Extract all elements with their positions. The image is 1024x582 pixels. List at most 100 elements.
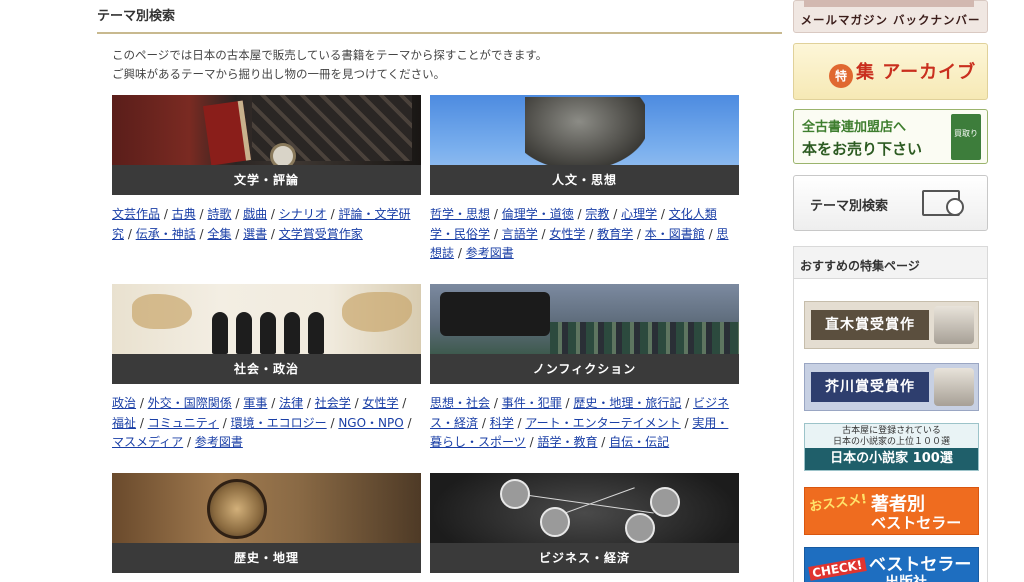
theme-label[interactable]: 社会・政治 <box>112 354 421 384</box>
author-bestseller-banner[interactable]: おススメ! 著者別 ベストセラー <box>804 487 979 535</box>
theme-link[interactable]: マスメディア <box>112 435 183 449</box>
link-separator: / <box>680 415 693 430</box>
recommended-features: おすすめの特集ページ 直木賞受賞作 芥川賞受賞作 古本屋に登録されている 日本の… <box>793 246 988 582</box>
network-node-icon <box>540 507 570 537</box>
link-separator: / <box>561 396 574 410</box>
page-title: テーマ別検索 <box>97 0 782 34</box>
theme-link[interactable]: 伝承・神話 <box>136 227 196 241</box>
crowd-image <box>550 322 739 354</box>
toku-badge: 特 <box>829 64 853 88</box>
theme-link[interactable]: 政治 <box>112 396 136 410</box>
novelists-caption: 古本屋に登録されている 日本の小説家の上位１００選 <box>832 426 950 447</box>
theme-search-button[interactable]: テーマ別検索 <box>793 175 988 231</box>
person-silhouette <box>260 312 276 354</box>
link-separator: / <box>326 415 339 430</box>
world-map-image <box>132 294 192 329</box>
link-separator: / <box>585 226 598 241</box>
link-separator: / <box>124 226 136 241</box>
link-separator: / <box>398 396 407 410</box>
publisher-label-2: 出版社 <box>885 572 927 582</box>
theme-business-image[interactable]: ビジネス・経済 <box>430 473 739 573</box>
theme-link[interactable]: コミュニティ <box>148 416 219 430</box>
theme-link[interactable]: シナリオ <box>279 207 327 221</box>
theme-link[interactable]: 言語学 <box>502 227 538 241</box>
compass-image <box>207 479 267 539</box>
mailmag-label: メールマガジン バックナンバー <box>800 13 981 27</box>
theme-link[interactable]: 思想・社会 <box>430 396 490 410</box>
theme-link[interactable]: 自伝・伝記 <box>609 435 669 449</box>
theme-link[interactable]: 参考図書 <box>195 435 243 449</box>
theme-link[interactable]: 軍事 <box>243 396 267 410</box>
theme-links: 政治 / 外交・国際関係 / 軍事 / 法律 / 社会学 / 女性学 / 福祉 … <box>112 394 422 453</box>
archive-label: 集 アーカイブ <box>856 62 977 83</box>
theme-link[interactable]: 倫理学・道徳 <box>502 207 574 221</box>
naoki-prize-banner[interactable]: 直木賞受賞作 <box>804 301 979 349</box>
theme-literature: 文学・評論 文芸作品 / 古典 / 詩歌 / 戯曲 / シナリオ / 評論・文学… <box>112 95 421 244</box>
theme-link[interactable]: 古典 <box>172 207 196 221</box>
link-separator: / <box>350 396 363 410</box>
theme-link[interactable]: 事件・犯罪 <box>502 396 562 410</box>
link-separator: / <box>525 435 538 449</box>
theme-link[interactable]: 語学・教育 <box>537 435 597 449</box>
top-100-novelists-banner[interactable]: 古本屋に登録されている 日本の小説家の上位１００選 日本の小説家 100選 <box>804 423 979 471</box>
theme-nonfiction-image[interactable]: ノンフィクション <box>430 284 739 384</box>
sell-books-button[interactable]: 全古書連加盟店へ 本をお売り下さい 買取り <box>793 109 988 164</box>
theme-link[interactable]: アート・エンターテイメント <box>525 416 680 430</box>
theme-link[interactable]: 全集 <box>207 227 231 241</box>
publisher-bestseller-banner[interactable]: CHECK! ベストセラー 出版社 <box>804 547 979 582</box>
theme-link[interactable]: 宗教 <box>585 207 609 221</box>
theme-link[interactable]: 社会学 <box>315 396 351 410</box>
theme-link[interactable]: NGO・NPO <box>338 416 403 430</box>
theme-link[interactable]: 福祉 <box>112 416 136 430</box>
author-portrait-image <box>934 306 974 344</box>
theme-link[interactable]: 詩歌 <box>207 207 231 221</box>
theme-label[interactable]: 人文・思想 <box>430 165 739 195</box>
check-tag: CHECK! <box>808 557 867 581</box>
link-separator: / <box>478 415 490 430</box>
theme-link[interactable]: 法律 <box>279 396 303 410</box>
novelists-label: 日本の小説家 100選 <box>805 448 978 470</box>
theme-link[interactable]: 本・図書館 <box>645 227 705 241</box>
theme-society-image[interactable]: 社会・政治 <box>112 284 421 384</box>
theme-link[interactable]: 女性学 <box>362 396 398 410</box>
network-line <box>514 493 654 514</box>
link-separator: / <box>513 415 526 430</box>
thinker-statue-image <box>525 97 645 167</box>
link-separator: / <box>490 226 502 241</box>
mailmag-backnumber-button[interactable]: メールマガジン バックナンバー <box>793 0 988 33</box>
theme-link[interactable]: 戯曲 <box>243 207 267 221</box>
theme-link[interactable]: 文学賞受賞作家 <box>279 227 363 241</box>
theme-link[interactable]: 選書 <box>243 227 267 241</box>
intro-line-2: ご興味があるテーマから掘り出し物の一冊を見つけてください。 <box>112 67 446 81</box>
theme-link[interactable]: 文芸作品 <box>112 207 160 221</box>
network-node-icon <box>625 513 655 543</box>
theme-history-image[interactable]: 歴史・地理 <box>112 473 421 573</box>
theme-literature-image[interactable]: 文学・評論 <box>112 95 421 195</box>
akutagawa-prize-banner[interactable]: 芥川賞受賞作 <box>804 363 979 411</box>
theme-link[interactable]: 科学 <box>490 416 514 430</box>
feature-archive-button[interactable]: 特 集 アーカイブ <box>793 43 988 100</box>
theme-label[interactable]: ビジネス・経済 <box>430 543 739 573</box>
theme-link[interactable]: 外交・国際関係 <box>148 396 232 410</box>
theme-history: 歴史・地理 <box>112 473 421 573</box>
naoki-label: 直木賞受賞作 <box>811 310 929 340</box>
theme-search-label: テーマ別検索 <box>810 199 889 214</box>
theme-link[interactable]: 心理学 <box>621 207 657 221</box>
theme-society: 社会・政治 政治 / 外交・国際関係 / 軍事 / 法律 / 社会学 / 女性学… <box>112 284 421 453</box>
banner-decoration <box>804 0 974 7</box>
world-map-image <box>342 292 412 332</box>
person-silhouette <box>212 312 228 354</box>
theme-link[interactable]: 女性学 <box>549 227 585 241</box>
theme-label[interactable]: 歴史・地理 <box>112 543 421 573</box>
theme-link[interactable]: 参考図書 <box>466 246 514 260</box>
theme-link[interactable]: 環境・エコロジー <box>231 416 327 430</box>
theme-label[interactable]: 文学・評論 <box>112 165 421 195</box>
theme-link[interactable]: 歴史・地理・旅行記 <box>573 396 681 410</box>
theme-label[interactable]: ノンフィクション <box>430 354 739 384</box>
link-separator: / <box>704 226 717 241</box>
theme-link[interactable]: 哲学・思想 <box>430 207 490 221</box>
person-silhouette <box>308 312 324 354</box>
link-separator: / <box>326 207 339 221</box>
theme-link[interactable]: 教育学 <box>597 227 633 241</box>
theme-humanities-image[interactable]: 人文・思想 <box>430 95 739 195</box>
